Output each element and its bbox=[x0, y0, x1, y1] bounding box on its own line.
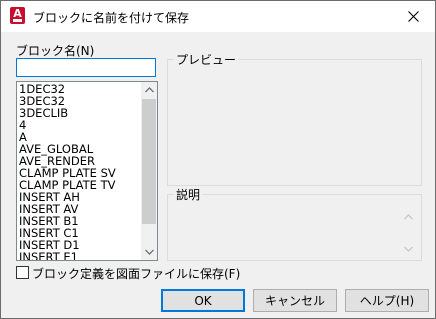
list-scrollbar[interactable] bbox=[141, 82, 157, 260]
block-list-items: 1DEC32 3DEC32 3DECLIB 4 A AVE_GLOBAL AVE_RENDE… bbox=[19, 83, 116, 260]
block-listbox[interactable]: 1DEC32 3DEC32 3DECLIB 4 A AVE_GLOBAL AVE_RENDE… bbox=[16, 81, 158, 261]
block-list-item[interactable]: 4 bbox=[19, 119, 116, 131]
chevron-up-icon bbox=[144, 87, 154, 93]
ok-button[interactable]: OK bbox=[161, 289, 245, 312]
save-block-as-dialog: A ブロックに名前を付けて保存 ブロック名(N) 1DEC32 3DEC32 3DE… bbox=[0, 0, 436, 319]
scroll-down-button[interactable] bbox=[141, 244, 157, 260]
preview-group: プレビュー bbox=[167, 51, 422, 186]
description-scroll-down[interactable] bbox=[404, 241, 413, 255]
help-button[interactable]: ヘルプ(H) bbox=[345, 289, 429, 312]
save-to-drawing-label: ブロック定義を図面ファイルに保存(F) bbox=[32, 267, 241, 281]
description-label: 説明 bbox=[174, 186, 203, 203]
autocad-app-icon: A bbox=[10, 7, 25, 24]
preview-label: プレビュー bbox=[174, 51, 239, 68]
close-icon bbox=[407, 11, 419, 22]
chevron-down-icon bbox=[144, 249, 154, 255]
block-list-item[interactable]: 3DECLIB bbox=[19, 107, 116, 119]
title-bar[interactable]: A ブロックに名前を付けて保存 bbox=[1, 1, 435, 32]
chevron-up-icon bbox=[404, 214, 413, 220]
block-name-label: ブロック名(N) bbox=[16, 44, 95, 58]
window-title: ブロックに名前を付けて保存 bbox=[33, 11, 190, 25]
close-button[interactable] bbox=[391, 1, 435, 32]
scroll-up-button[interactable] bbox=[141, 82, 157, 98]
chevron-down-icon bbox=[404, 246, 413, 252]
description-scroll-up[interactable] bbox=[404, 209, 413, 223]
block-list-item[interactable]: INSERT E1 bbox=[19, 251, 116, 260]
scroll-thumb[interactable] bbox=[142, 99, 156, 224]
description-group: 説明 bbox=[167, 186, 422, 261]
cancel-button[interactable]: キャンセル bbox=[253, 289, 337, 312]
save-to-drawing-checkbox[interactable] bbox=[16, 266, 29, 279]
block-name-input[interactable] bbox=[16, 58, 156, 77]
